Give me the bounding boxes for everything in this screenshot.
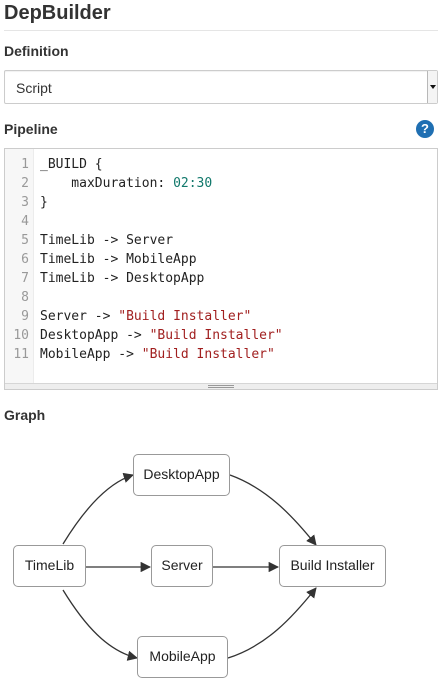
code-text: TimeLib -> DesktopApp bbox=[40, 269, 204, 288]
code-text: TimeLib -> MobileApp bbox=[40, 250, 197, 269]
line-number: 10 bbox=[13, 328, 29, 343]
definition-label: Definition bbox=[4, 43, 69, 59]
code-line[interactable]: 6 TimeLib -> MobileApp bbox=[5, 250, 435, 269]
code-text: _BUILD { bbox=[40, 155, 103, 174]
grip-icon[interactable] bbox=[208, 385, 234, 388]
code-token: maxDuration: bbox=[40, 176, 174, 191]
code-token: TimeLib -> Server bbox=[40, 233, 174, 248]
line-number: 3 bbox=[21, 195, 29, 210]
code-line[interactable]: 8 bbox=[5, 288, 435, 307]
line-number: 8 bbox=[21, 290, 29, 305]
line-number: 9 bbox=[21, 309, 29, 324]
code-text: MobileApp -> "Build Installer" bbox=[40, 345, 275, 364]
code-token: TimeLib -> MobileApp bbox=[40, 252, 197, 267]
dependency-graph: TimeLib DesktopApp Server MobileApp Buil… bbox=[0, 428, 446, 692]
line-number: 7 bbox=[21, 271, 29, 286]
line-number: 11 bbox=[13, 347, 29, 362]
string-token: "Build Installer" bbox=[149, 328, 283, 343]
code-token: Server -> bbox=[40, 309, 119, 324]
code-token: _BUILD { bbox=[40, 157, 103, 172]
code-token: TimeLib -> DesktopApp bbox=[40, 271, 205, 286]
code-line[interactable]: 4 bbox=[5, 212, 435, 231]
string-token: "Build Installer" bbox=[118, 309, 252, 324]
code-text: Server -> "Build Installer" bbox=[40, 307, 251, 326]
line-number: 4 bbox=[21, 214, 29, 229]
code-line[interactable]: 9 Server -> "Build Installer" bbox=[5, 307, 435, 326]
line-number: 6 bbox=[21, 252, 29, 267]
title-divider bbox=[4, 30, 438, 31]
code-line[interactable]: 10 DesktopApp -> "Build Installer" bbox=[5, 326, 435, 345]
code-line[interactable]: 3} bbox=[5, 193, 435, 212]
line-number: 1 bbox=[21, 157, 29, 172]
edge-mobileapp-installer bbox=[227, 587, 317, 659]
pipeline-label: Pipeline bbox=[4, 121, 58, 137]
node-desktopapp[interactable]: DesktopApp bbox=[133, 454, 230, 496]
edge-desktopapp-installer bbox=[229, 474, 317, 546]
help-icon[interactable]: ? bbox=[416, 120, 434, 138]
node-server[interactable]: Server bbox=[151, 545, 213, 587]
code-line[interactable]: 7 TimeLib -> DesktopApp bbox=[5, 269, 435, 288]
definition-select[interactable]: Script bbox=[4, 70, 438, 104]
code-text: DesktopApp -> "Build Installer" bbox=[40, 326, 283, 345]
code-text: maxDuration: 02:30 bbox=[40, 174, 212, 193]
code-line[interactable]: 5 TimeLib -> Server bbox=[5, 231, 435, 250]
dropdown-arrow-icon[interactable] bbox=[427, 71, 437, 103]
editor-resize-handle[interactable] bbox=[5, 383, 437, 389]
app-title: DepBuilder bbox=[4, 2, 111, 24]
edge-timelib-mobileapp bbox=[62, 589, 139, 661]
definition-select-value: Script bbox=[16, 80, 52, 96]
graph-label: Graph bbox=[4, 407, 46, 423]
code-token: DesktopApp -> bbox=[40, 328, 150, 343]
number-token: 02:30 bbox=[173, 176, 213, 191]
code-token: } bbox=[40, 195, 48, 210]
code-line[interactable]: 1 _BUILD { bbox=[5, 155, 435, 174]
code-text: } bbox=[40, 193, 48, 212]
code-line[interactable]: 11 MobileApp -> "Build Installer" bbox=[5, 345, 435, 364]
code-text: TimeLib -> Server bbox=[40, 231, 173, 250]
node-build-installer[interactable]: Build Installer bbox=[279, 545, 386, 587]
line-number: 5 bbox=[21, 233, 29, 248]
line-number: 2 bbox=[21, 176, 29, 191]
code-line[interactable]: 2 maxDuration: 02:30 bbox=[5, 174, 435, 193]
node-mobileapp[interactable]: MobileApp bbox=[137, 636, 228, 678]
edge-timelib-desktopapp bbox=[62, 472, 134, 545]
code-token: MobileApp -> bbox=[40, 347, 142, 362]
pipeline-editor[interactable]: 1 _BUILD {2 maxDuration: 02:30 3} 4 5 TimeLib… bbox=[4, 148, 438, 390]
string-token: "Build Installer" bbox=[141, 347, 275, 362]
node-timelib[interactable]: TimeLib bbox=[13, 545, 86, 587]
